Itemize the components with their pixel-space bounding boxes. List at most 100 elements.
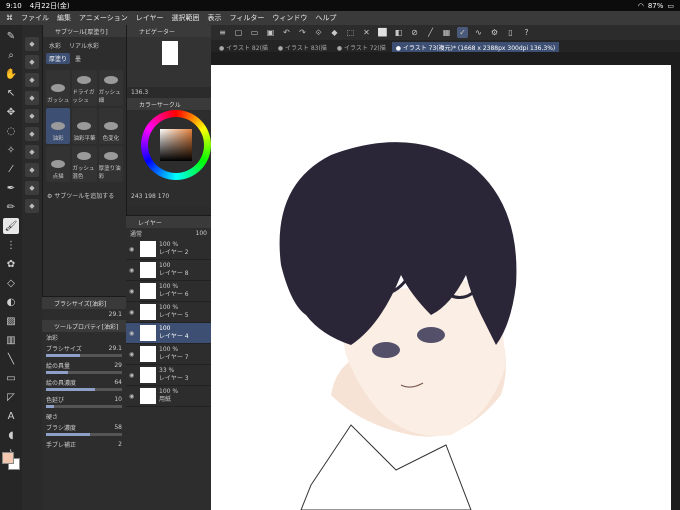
eyedropper-icon[interactable]: ⁄ [3,161,19,177]
blend-mode-select[interactable]: 通常 [130,229,142,238]
redo-icon[interactable]: ↷ [297,27,308,38]
subtool-group-icon[interactable]: ◆ [25,55,39,69]
subtool-tab-real-watercolor[interactable]: リアル水彩 [66,40,102,51]
subtool-group-icon[interactable]: ◆ [25,109,39,123]
fill-bucket-icon[interactable]: ▨ [3,313,19,329]
stabilizer-icon[interactable]: ✓ [457,27,468,38]
subtool-group-icon[interactable]: ◆ [25,199,39,213]
figure-icon[interactable]: ╲ [3,351,19,367]
menu-selection[interactable]: 選択範囲 [172,13,200,23]
pen-icon[interactable]: ✎ [3,28,19,44]
frame-icon[interactable]: ▭ [3,370,19,386]
eye-icon[interactable]: ◉ [129,309,137,316]
brush-thick-oil[interactable]: 厚塗り油彩 [98,146,123,182]
layer-row[interactable]: ◉ 100 レイヤー 8 [126,260,211,281]
color-wheel[interactable] [141,110,211,180]
prop-color-stretch[interactable]: 色延び 10 [42,394,126,405]
lasso-icon[interactable]: ◌ [3,123,19,139]
zoom-level[interactable]: 136.3 [127,87,211,98]
layer-opacity[interactable]: 100 [196,230,207,237]
zoom-icon[interactable]: ⌕ [3,47,19,63]
snap-icon[interactable]: ⊘ [409,27,420,38]
layer-row[interactable]: ◉ 100 % レイヤー 5 [126,302,211,323]
menu-filter[interactable]: フィルター [230,13,265,23]
eye-icon[interactable]: ◉ [129,267,137,274]
tab-illust-83[interactable]: ● イラスト 83(描 [274,42,331,52]
brush-gouache[interactable]: ガッシュ [46,70,71,106]
brush-oil-flat[interactable]: 油彩平筆 [72,108,97,144]
app-icon[interactable]: ⌘ [6,14,13,22]
airbrush-icon[interactable]: ⋮ [3,237,19,253]
subtool-group-icon[interactable]: ◆ [25,127,39,141]
move-icon[interactable]: ✥ [3,104,19,120]
prop-paint-amount[interactable]: 絵の具量 29 [42,360,126,371]
layer-row[interactable]: ◉ 100 % 用紙 [126,386,211,407]
fill-icon[interactable]: ◆ [329,27,340,38]
subtool-group-icon[interactable]: ◆ [25,91,39,105]
prop-stabilization[interactable]: 手ブレ補正 2 [42,439,126,450]
layer-row-selected[interactable]: ◉ 100 レイヤー 4 [126,323,211,344]
pen-pressure-icon[interactable]: ∿ [473,27,484,38]
tab-illust-72[interactable]: ● イラスト 72(描 [333,42,390,52]
ruler-icon[interactable]: ╱ [425,27,436,38]
transform-icon[interactable]: ⬚ [345,27,356,38]
saturation-square[interactable] [160,129,192,161]
eye-icon[interactable]: ◉ [129,351,137,358]
color-swatch[interactable] [2,452,20,470]
add-subtool-button[interactable]: ⚙ サブツールを追加する [43,185,126,206]
new-file-icon[interactable]: ▢ [233,27,244,38]
prop-paint-density[interactable]: 絵の具濃度 64 [42,377,126,388]
menu-view[interactable]: 表示 [208,13,222,23]
invert-icon[interactable]: ◧ [393,27,404,38]
tab-illust-82[interactable]: ● イラスト 82(描 [215,42,272,52]
menu-icon[interactable]: ≡ [217,27,228,38]
deselect-icon[interactable]: ✕ [361,27,372,38]
brush-pointillism[interactable]: 点描 [46,146,71,182]
grid-icon[interactable]: ▦ [441,27,452,38]
eye-icon[interactable]: ◉ [129,246,137,253]
open-folder-icon[interactable]: ▭ [249,27,260,38]
ruler-tool-icon[interactable]: ◸ [3,389,19,405]
brush-size-slider[interactable]: 29.1 [42,309,126,320]
subtool-group-icon[interactable]: ◆ [25,37,39,51]
balloon-icon[interactable]: ◖ [3,427,19,443]
eraser-icon[interactable]: ◇ [3,275,19,291]
select-all-icon[interactable]: ⬜ [377,27,388,38]
undo-icon[interactable]: ↶ [281,27,292,38]
settings-icon[interactable]: ⚙ [489,27,500,38]
menu-help[interactable]: ヘルプ [315,13,336,23]
tab-illust-73[interactable]: ● イラスト 73(複元)* (1668 x 2388px 300dpi 136… [391,42,560,52]
brush-oil[interactable]: 油彩 [46,108,71,144]
layer-row[interactable]: ◉ 100 % レイヤー 6 [126,281,211,302]
brush-gouache-fine[interactable]: ガッシュ細 [98,70,123,106]
navigator-thumbnail[interactable] [162,41,178,65]
subtool-tab-ink[interactable]: 墨 [72,53,84,64]
save-icon[interactable]: ▣ [265,27,276,38]
eye-icon[interactable]: ◉ [129,288,137,295]
brush-dry-gouache[interactable]: ドライガッシュ [72,70,97,106]
menu-window[interactable]: ウィンドウ [272,13,307,23]
subtool-group-icon[interactable]: ◆ [25,181,39,195]
help-icon[interactable]: ? [521,27,532,38]
clear-icon[interactable]: ⟐ [313,27,324,38]
eye-icon[interactable]: ◉ [129,330,137,337]
operation-icon[interactable]: ↖ [3,85,19,101]
pen-tool-icon[interactable]: ✒ [3,180,19,196]
menu-animation[interactable]: アニメーション [79,13,128,23]
brush-color-change[interactable]: 色変化 [98,108,123,144]
layer-row[interactable]: ◉ 100 % レイヤー 7 [126,344,211,365]
magic-wand-icon[interactable]: ✧ [3,142,19,158]
subtool-tab-thick-paint[interactable]: 厚塗り [46,53,71,64]
decoration-icon[interactable]: ✿ [3,256,19,272]
foreground-color[interactable] [2,452,14,464]
brush-gouache-mix[interactable]: ガッシュ混色 [72,146,97,182]
subtool-tab-watercolor[interactable]: 水彩 [46,40,64,51]
companion-icon[interactable]: ▯ [505,27,516,38]
layer-row[interactable]: ◉ 33 % レイヤー 3 [126,365,211,386]
hand-icon[interactable]: ✋ [3,66,19,82]
prop-brush-size[interactable]: ブラシサイズ 29.1 [42,343,126,354]
blend-icon[interactable]: ◐ [3,294,19,310]
gradient-icon[interactable]: ▥ [3,332,19,348]
eye-icon[interactable]: ◉ [129,393,137,400]
prop-hardness[interactable]: 硬さ [42,411,126,422]
